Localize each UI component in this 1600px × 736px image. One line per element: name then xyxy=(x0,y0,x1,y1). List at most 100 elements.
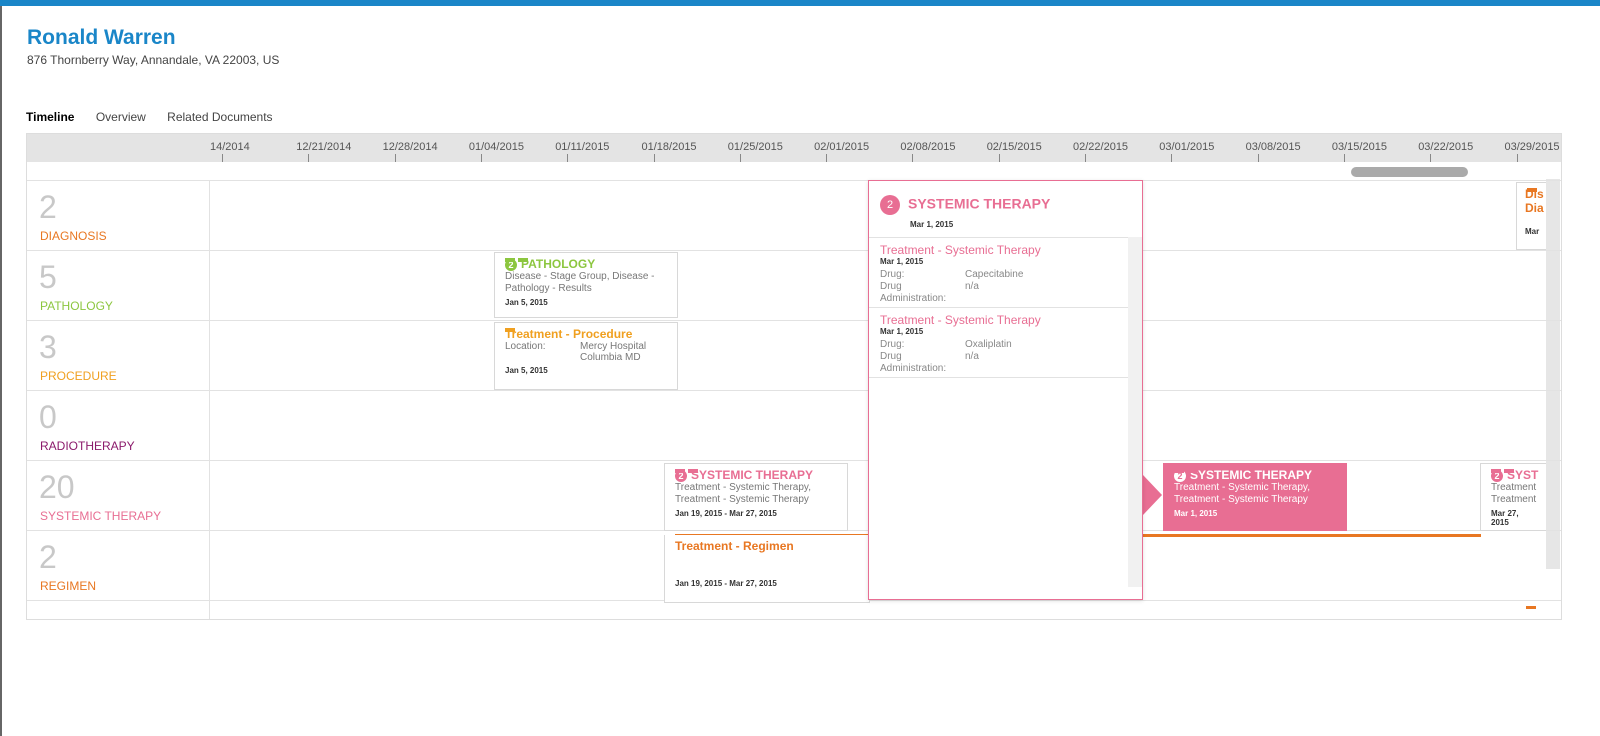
popup-item-2-admin: Drug Administration: n/a xyxy=(880,351,1117,375)
patient-name: Ronald Warren xyxy=(27,26,176,49)
row-procedure: 3 PROCEDURE xyxy=(27,320,1561,391)
row-radiotherapy: 0 RADIOTHERAPY xyxy=(27,390,1561,461)
timeline-date-tick xyxy=(653,154,655,162)
systemic-card-1-title: 2 SYSTEMIC THERAPY xyxy=(675,468,837,482)
timeline-date-label: 03/29/2015 xyxy=(1504,141,1560,153)
popup-date: Mar 1, 2015 xyxy=(910,220,954,229)
tab-overview[interactable]: Overview xyxy=(96,110,146,124)
row-label-next xyxy=(27,601,210,619)
regimen-card-date: Jan 19, 2015 - Mar 27, 2015 xyxy=(675,579,777,588)
systemic-therapy-popup: 2 SYSTEMIC THERAPY Mar 1, 2015 Treatment … xyxy=(868,180,1143,600)
diagnosis-markers xyxy=(1527,188,1537,192)
popup-item-2-admin-label: Drug Administration: xyxy=(880,351,947,374)
regimen-label: REGIMEN xyxy=(40,579,97,593)
timeline-date-label: 03/01/2015 xyxy=(1159,141,1215,153)
timeline-date-tick xyxy=(222,154,223,162)
popup-item-1-admin: Drug Administration: n/a xyxy=(880,281,1117,305)
popup-badge: 2 xyxy=(880,195,900,215)
timeline-date-tick xyxy=(567,154,569,162)
systemic-therapy-card-1[interactable]: 2 SYSTEMIC THERAPY Treatment - Systemic T… xyxy=(664,463,848,531)
pathology-count: 5 xyxy=(39,259,57,295)
timeline-date-tick xyxy=(1085,154,1086,162)
procedure-location-value: Mercy Hospital Columbia MD xyxy=(580,341,647,363)
systemic-therapy-card-3[interactable]: 2 SYST Treatment Treatment Mar 27, 2015 xyxy=(1480,463,1546,531)
procedure-card-date: Jan 5, 2015 xyxy=(505,366,548,375)
popup-item-1-admin-label: Drug Administration: xyxy=(880,281,947,304)
popup-item-1-drug: Drug: Capecitabine xyxy=(880,269,1117,281)
timeline-date-tick xyxy=(1171,154,1173,162)
pathology-markers xyxy=(505,249,531,262)
systemic-card-1-sub: Treatment - Systemic Therapy, Treatment … xyxy=(675,482,811,505)
systemic-markers-2 xyxy=(1174,460,1200,473)
timeline-date-tick xyxy=(912,154,914,162)
procedure-location: Location: Mercy Hospital Columbia MD xyxy=(505,341,667,363)
row-label-systemic-therapy: 20 SYSTEMIC THERAPY xyxy=(27,461,210,531)
regimen-card[interactable]: Treatment - Regimen Jan 19, 2015 - Mar 2… xyxy=(664,535,870,603)
tab-timeline[interactable]: Timeline xyxy=(26,110,74,124)
pathology-title-text: PATHOLOGY xyxy=(521,257,596,271)
procedure-markers xyxy=(505,319,518,332)
procedure-card[interactable]: Treatment - Procedure Location: Mercy Ho… xyxy=(494,322,678,390)
row-pathology: 5 PATHOLOGY xyxy=(27,250,1561,321)
popup-item-2-title: Treatment - Systemic Therapy xyxy=(880,313,1041,327)
popup-item-2-admin-value: n/a xyxy=(965,351,979,362)
systemic-card-3-date: Mar 27, 2015 xyxy=(1491,509,1519,527)
popup-item-2-drug: Drug: Oxaliplatin xyxy=(880,339,1117,351)
systemic-card-1-date: Jan 19, 2015 - Mar 27, 2015 xyxy=(675,509,777,518)
popup-item-1-drug-value: Capecitabine xyxy=(965,269,1024,280)
systemic-therapy-card-2-selected[interactable]: 2 SYSTEMIC THERAPY Treatment - Systemic T… xyxy=(1163,463,1347,531)
diagnosis-card-edge[interactable]: Dis Dia Mar xyxy=(1516,182,1546,250)
timeline-date-label: 03/08/2015 xyxy=(1245,141,1301,153)
timeline-date-label: 02/22/2015 xyxy=(1073,141,1129,153)
tab-related-documents[interactable]: Related Documents xyxy=(167,110,272,124)
systemic-markers-3 xyxy=(1491,469,1514,473)
popup-scrollbar[interactable] xyxy=(1128,237,1142,587)
regimen-card-title: Treatment - Regimen xyxy=(675,539,794,553)
timeline-date-label: 03/22/2015 xyxy=(1418,141,1474,153)
timeline-date-header: 14/2014 12/21/2014 12/28/2014 01/04/2015 01/… xyxy=(27,134,1561,162)
timeline-date-label: 01/04/2015 xyxy=(468,141,524,153)
pathology-card-date: Jan 5, 2015 xyxy=(505,298,548,307)
timeline-date-label: 01/25/2015 xyxy=(727,141,783,153)
timeline-date-label: 14/2014 xyxy=(210,141,250,153)
pathology-card-title: 2 PATHOLOGY xyxy=(505,257,667,271)
pathology-card-sub: Disease - Stage Group, Disease - Patholo… xyxy=(505,271,655,294)
timeline-date-tick xyxy=(826,154,828,162)
popup-title: 2 SYSTEMIC THERAPY xyxy=(880,195,1050,215)
popup-item-1-date: Mar 1, 2015 xyxy=(880,257,924,266)
systemic-card-1-title-text: SYSTEMIC THERAPY xyxy=(691,468,814,482)
systemic-card-2-date: Mar 1, 2015 xyxy=(1174,509,1218,518)
systemic-card-2-sub: Treatment - Systemic Therapy, Treatment … xyxy=(1174,482,1310,505)
popup-item-2[interactable]: Treatment - Systemic Therapy Mar 1, 2015… xyxy=(869,308,1128,378)
pathology-label: PATHOLOGY xyxy=(40,299,113,313)
timeline-date-label: 02/01/2015 xyxy=(814,141,870,153)
systemic-therapy-label: SYSTEMIC THERAPY xyxy=(40,509,162,523)
systemic-card-2-title: 2 SYSTEMIC THERAPY xyxy=(1174,468,1336,482)
popup-item-2-drug-value: Oxaliplatin xyxy=(965,339,1012,350)
diagnosis-count: 2 xyxy=(39,189,57,225)
timeline-date-tick xyxy=(480,154,482,162)
row-label-pathology: 5 PATHOLOGY xyxy=(27,251,210,321)
popup-item-2-drug-label: Drug: xyxy=(880,339,905,350)
timeline-date-label: 02/08/2015 xyxy=(900,141,956,153)
pathology-card[interactable]: 2 PATHOLOGY Disease - Stage Group, Diseas… xyxy=(494,252,678,318)
procedure-card-title: Treatment - Procedure xyxy=(505,327,633,341)
popup-item-1[interactable]: Treatment - Systemic Therapy Mar 1, 2015… xyxy=(869,238,1128,308)
systemic-card-2-title-text: SYSTEMIC THERAPY xyxy=(1190,468,1313,482)
timeline-date-tick xyxy=(308,154,310,162)
tab-bar: Timeline Overview Related Documents xyxy=(26,110,291,124)
timeline-date-tick xyxy=(1516,154,1518,162)
radiotherapy-label: RADIOTHERAPY xyxy=(40,439,135,453)
diagnosis-card-date: Mar xyxy=(1525,227,1540,236)
timeline-date-tick xyxy=(739,154,741,162)
timeline-date-label: 01/11/2015 xyxy=(555,141,610,153)
radiotherapy-count: 0 xyxy=(39,399,57,435)
row-label-radiotherapy: 0 RADIOTHERAPY xyxy=(27,391,210,461)
popup-pointer-arrow xyxy=(1143,475,1162,515)
popup-item-1-admin-value: n/a xyxy=(965,281,979,292)
next-row-marker xyxy=(1526,606,1536,609)
timeline-date-tick xyxy=(394,154,396,162)
diagnosis-card-line2: Dia xyxy=(1525,201,1544,215)
horizontal-scrollbar-thumb[interactable] xyxy=(1351,167,1468,177)
row-diagnosis: 2 DIAGNOSIS xyxy=(27,180,1561,251)
